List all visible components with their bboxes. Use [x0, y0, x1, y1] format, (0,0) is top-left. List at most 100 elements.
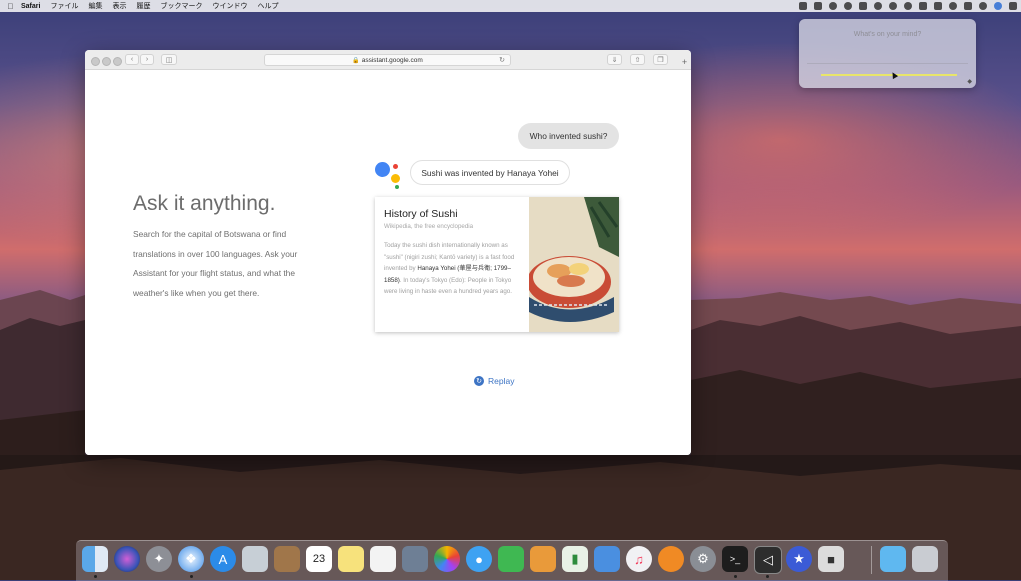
knowledge-card[interactable]: History of Sushi Wikipedia, the free enc…	[375, 197, 619, 332]
menu-bookmarks[interactable]: ブックマーク	[160, 1, 202, 11]
xcode-icon[interactable]: ◁	[754, 546, 782, 574]
photo-booth-icon[interactable]	[402, 546, 428, 572]
notification-center-icon[interactable]	[1009, 2, 1017, 10]
page-description: Search for the capital of Botswana or fi…	[133, 229, 298, 298]
running-indicator	[734, 575, 737, 578]
close-window-button[interactable]	[91, 57, 100, 66]
reload-icon[interactable]: ↻	[499, 56, 505, 64]
menu-bar:  Safari ファイル 編集 表示 履歴 ブックマーク ウインドウ ヘルプ	[0, 0, 1021, 12]
url-text: assistant.google.com	[361, 56, 423, 64]
google-assistant-icon[interactable]	[904, 2, 912, 10]
replay-label: Replay	[488, 376, 515, 386]
pages-icon[interactable]	[530, 546, 556, 572]
dock: ✦ ❖ A 23 ● ▮ ♫ ⚙ >_ ◁ ★ ■	[76, 540, 948, 581]
card-source: Wikipedia, the free encyclopedia	[384, 223, 474, 230]
spotlight-icon[interactable]	[979, 2, 987, 10]
dock-separator	[871, 546, 872, 574]
mouse-cursor-icon	[889, 70, 899, 80]
assistant-prompt: What's on your mind?	[853, 31, 922, 38]
menu-app-safari[interactable]: Safari	[21, 3, 40, 10]
books-icon[interactable]	[658, 546, 684, 572]
screen-record-icon[interactable]	[814, 2, 822, 10]
calendar-day: 23	[312, 553, 326, 565]
lock-icon: 🔒	[352, 57, 360, 64]
minimize-window-button[interactable]	[102, 57, 111, 66]
card-text: Today the sushi dish internationally kno…	[384, 240, 526, 298]
bluetooth-icon[interactable]	[874, 2, 882, 10]
launchpad-icon[interactable]: ✦	[146, 546, 172, 572]
running-indicator	[94, 575, 97, 578]
siri-icon[interactable]	[114, 546, 140, 572]
menu-help[interactable]: ヘルプ	[257, 1, 278, 11]
keynote-icon[interactable]	[594, 546, 620, 572]
robot-app-icon[interactable]: ■	[818, 546, 844, 572]
app-store-icon[interactable]: A	[210, 546, 236, 572]
tabs-icon: ❐	[657, 56, 664, 64]
safari-window: ‹ › ◫ 🔒 assistant.google.com ↻ ⇓ ⇧ ❐ + A…	[85, 50, 691, 455]
download-icon: ⇓	[611, 56, 618, 64]
messages-icon[interactable]: ●	[466, 546, 492, 572]
photos-icon[interactable]	[434, 546, 460, 572]
apple-menu-icon[interactable]: 	[6, 2, 15, 11]
replay-icon: ↻	[474, 376, 484, 386]
notes-icon[interactable]	[338, 546, 364, 572]
downloads-button[interactable]: ⇓	[607, 54, 622, 65]
contacts-icon[interactable]	[274, 546, 300, 572]
input-source-icon[interactable]	[964, 2, 972, 10]
music-icon[interactable]: ♫	[626, 546, 652, 572]
downloads-folder-icon[interactable]	[880, 546, 906, 572]
chevron-left-icon: ‹	[130, 56, 134, 63]
page-headline: Ask it anything.	[133, 192, 276, 215]
trash-icon[interactable]	[912, 546, 938, 572]
chevron-right-icon: ›	[145, 56, 149, 63]
card-text-after: . In today's Tokyo (Edo): People in Toky…	[384, 276, 512, 296]
finder-icon[interactable]	[82, 546, 108, 572]
menu-file[interactable]: ファイル	[50, 1, 78, 11]
clock-icon[interactable]	[949, 2, 957, 10]
system-preferences-icon[interactable]: ⚙	[690, 546, 716, 572]
imovie-icon[interactable]: ★	[786, 546, 812, 572]
menu-window[interactable]: ウインドウ	[212, 1, 247, 11]
running-indicator	[766, 575, 769, 578]
tabs-overview-button[interactable]: ❐	[653, 54, 668, 65]
new-tab-button[interactable]: +	[680, 58, 689, 67]
resize-grip-icon[interactable]: ◆	[967, 78, 972, 85]
status-app-icon[interactable]	[799, 2, 807, 10]
web-content: Ask it anything. Search for the capital …	[85, 70, 691, 455]
menu-history[interactable]: 履歴	[136, 1, 150, 11]
share-icon: ⇧	[634, 56, 641, 64]
sushi-woodblock-image	[529, 197, 619, 332]
status-menus	[799, 0, 1017, 12]
forward-button[interactable]: ›	[140, 54, 154, 65]
user-query-bubble: Who invented sushi?	[518, 123, 619, 149]
address-bar[interactable]: 🔒 assistant.google.com ↻	[264, 54, 511, 66]
voice-waveform	[821, 74, 957, 76]
menu-edit[interactable]: 編集	[88, 1, 102, 11]
share-button[interactable]: ⇧	[630, 54, 645, 65]
reminders-icon[interactable]	[370, 546, 396, 572]
safari-icon[interactable]: ❖	[178, 546, 204, 572]
battery-icon[interactable]	[859, 2, 867, 10]
preview-icon[interactable]	[242, 546, 268, 572]
back-button[interactable]: ‹	[125, 54, 139, 65]
replay-button[interactable]: ↻ Replay	[474, 376, 514, 386]
airplay-icon[interactable]	[919, 2, 927, 10]
calendar-icon[interactable]: 23	[306, 546, 332, 572]
assistant-reply-bubble: Sushi was invented by Hanaya Yohei	[410, 160, 570, 185]
terminal-icon[interactable]: >_	[722, 546, 748, 572]
sidebar-button[interactable]: ◫	[161, 54, 177, 65]
siri-menu-icon[interactable]	[994, 2, 1002, 10]
volume-icon[interactable]	[934, 2, 942, 10]
zoom-window-button[interactable]	[113, 57, 122, 66]
wifi-icon[interactable]	[889, 2, 897, 10]
card-title: History of Sushi	[384, 208, 458, 220]
time-machine-icon[interactable]	[844, 2, 852, 10]
facetime-icon[interactable]	[498, 546, 524, 572]
assistant-popup: What's on your mind? ◆	[799, 19, 976, 88]
menu-view[interactable]: 表示	[112, 1, 126, 11]
running-indicator	[190, 575, 193, 578]
eye-icon[interactable]	[829, 2, 837, 10]
popup-divider	[807, 63, 968, 64]
google-assistant-logo-icon	[375, 160, 405, 190]
numbers-icon[interactable]: ▮	[562, 546, 588, 572]
